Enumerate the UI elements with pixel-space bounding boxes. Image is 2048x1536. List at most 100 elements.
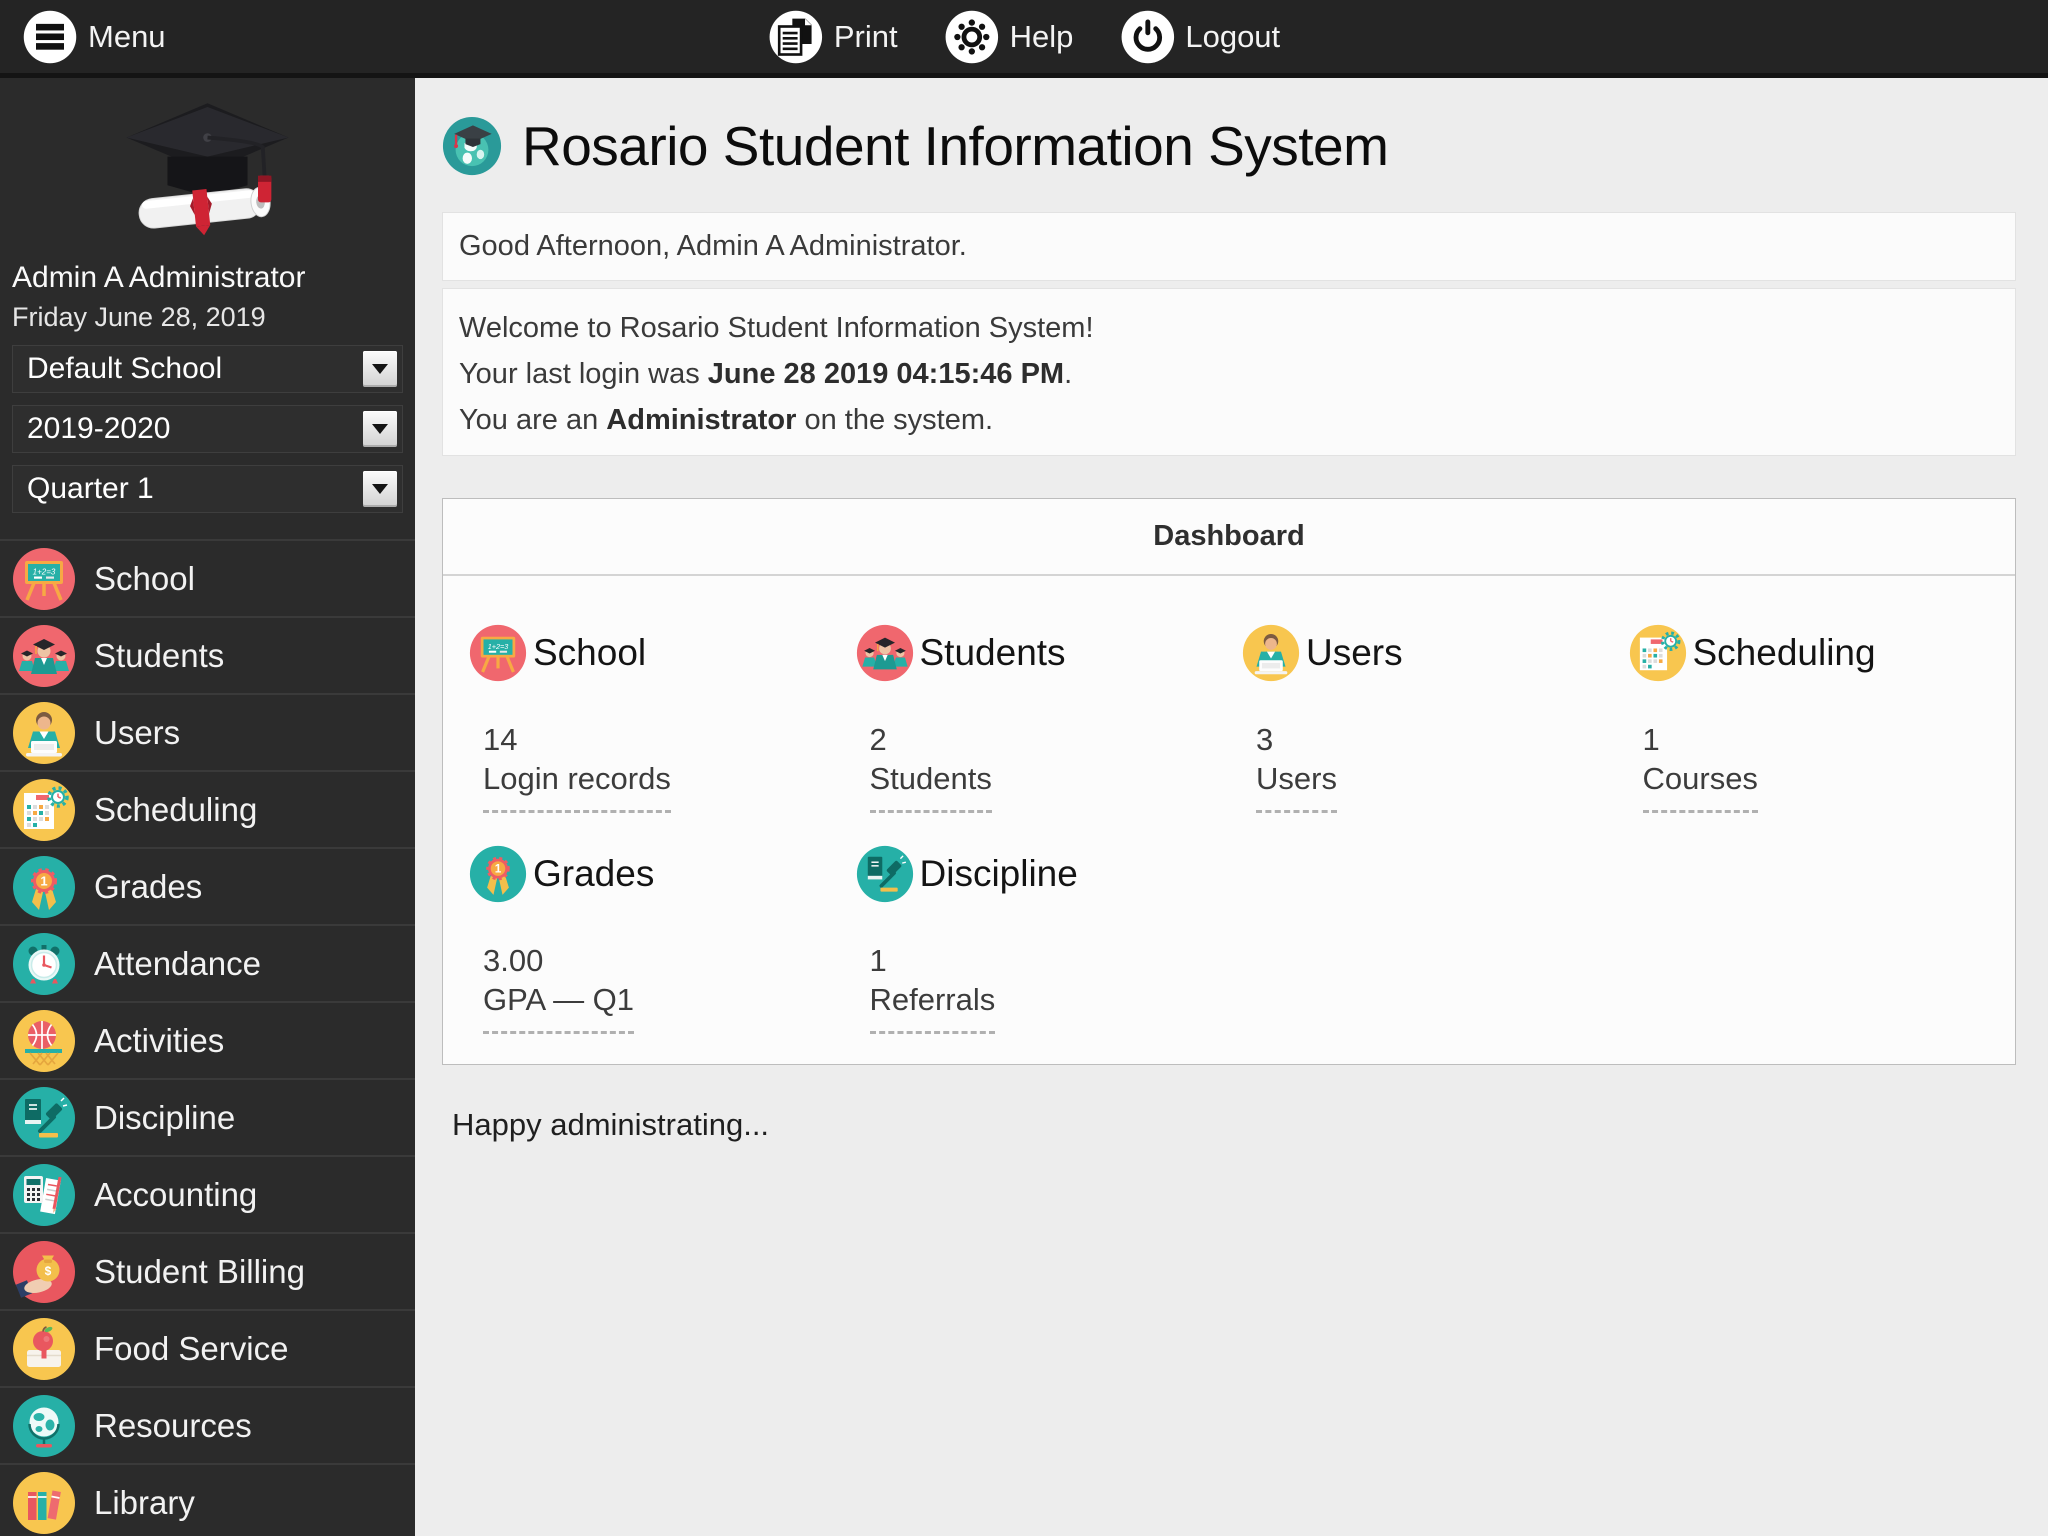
student-billing-icon: $ [13, 1240, 75, 1303]
grades-icon: 1 [13, 855, 75, 918]
sidebar-item-label: Attendance [94, 944, 261, 982]
greeting-text: Good Afternoon, Admin A Administrator. [459, 230, 967, 262]
tile-metric[interactable]: Courses [1642, 761, 1758, 813]
sidebar-item-label: Scheduling [94, 790, 258, 828]
attendance-icon [13, 932, 75, 995]
sidebar-logo [0, 78, 415, 255]
students-icon [13, 624, 75, 687]
school-year-select[interactable]: 2019-2020 [12, 405, 403, 453]
dropdown-arrow-icon [363, 471, 397, 507]
print-button[interactable]: Print [768, 9, 898, 65]
sidebar-item-activities[interactable]: Activities [0, 1003, 415, 1080]
tile-metric[interactable]: Users [1256, 761, 1337, 813]
sidebar-item-library[interactable]: Library [0, 1465, 415, 1536]
dashboard-tile-scheduling: Scheduling 1 Courses [1629, 624, 2016, 813]
svg-text:1+2=3: 1+2=3 [488, 642, 509, 651]
logout-label: Logout [1185, 18, 1281, 54]
discipline-icon [13, 1086, 75, 1149]
library-icon [13, 1471, 75, 1534]
sidebar-item-students[interactable]: Students [0, 618, 415, 695]
sidebar-item-label: Discipline [94, 1098, 236, 1136]
role-line: You are an Administrator on the system. [459, 404, 994, 436]
tile-value: 2 [869, 722, 887, 757]
school-icon: 1+2=3 [13, 547, 75, 610]
school-select-value: Default School [27, 352, 223, 385]
sidebar-item-scheduling[interactable]: Scheduling [0, 772, 415, 849]
sidebar-item-discipline[interactable]: Discipline [0, 1080, 415, 1157]
sidebar-item-label: Student Billing [94, 1252, 305, 1290]
sidebar: Admin A Administrator Friday June 28, 20… [0, 78, 415, 1536]
sidebar-menu: 1+2=3 School Students Users Scheduling 1… [0, 539, 415, 1536]
logout-button[interactable]: Logout [1119, 9, 1280, 65]
tile-grades-link[interactable]: 1 Grades [469, 845, 856, 903]
welcome-box: Welcome to Rosario Student Information S… [442, 288, 2016, 456]
svg-text:1: 1 [40, 873, 47, 888]
svg-text:1+2=3: 1+2=3 [33, 567, 56, 576]
tile-metric[interactable]: Login records [483, 761, 671, 813]
tile-metric[interactable]: Referrals [869, 982, 996, 1034]
marking-period-select[interactable]: Quarter 1 [12, 465, 403, 513]
users-icon [13, 701, 75, 764]
school-select[interactable]: Default School [12, 345, 403, 393]
tile-metric[interactable]: GPA — Q1 [483, 982, 635, 1034]
help-label: Help [1009, 18, 1074, 54]
menu-label: Menu [88, 18, 166, 54]
graduation-cap-image [126, 103, 289, 236]
sidebar-item-school[interactable]: 1+2=3 School [0, 541, 415, 618]
dashboard-panel: Dashboard 1+2=3 School 14 Login records … [442, 498, 2016, 1065]
tile-value: 3 [1256, 722, 1274, 757]
help-icon [945, 10, 998, 63]
dashboard-tile-discipline: Discipline 1 Referrals [856, 845, 1243, 1034]
tile-discipline-link[interactable]: Discipline [856, 845, 1243, 903]
logout-power-icon [1121, 10, 1174, 63]
tile-label: Discipline [919, 853, 1078, 894]
scheduling-icon [1629, 624, 1686, 682]
resources-icon [13, 1394, 75, 1457]
school-icon: 1+2=3 [469, 624, 527, 682]
sidebar-item-label: Activities [94, 1021, 225, 1059]
rosariosis-app: Menu Print Help Logout Admin A Administr… [0, 0, 2048, 1536]
tile-metric[interactable]: Students [869, 761, 992, 813]
page-title: Rosario Student Information System [522, 115, 1389, 177]
users-icon [1242, 624, 1300, 682]
activities-icon [13, 1009, 75, 1072]
page-title-row: Rosario Student Information System [442, 104, 2016, 188]
sidebar-item-label: Grades [94, 867, 203, 905]
sidebar-item-student-billing[interactable]: $ Student Billing [0, 1234, 415, 1311]
tile-users-link[interactable]: Users [1242, 624, 1629, 682]
tile-label: Students [919, 632, 1066, 673]
last-login-datetime: June 28 2019 04:15:46 PM [707, 358, 1065, 390]
menu-button[interactable]: Menu [22, 9, 166, 65]
sidebar-item-attendance[interactable]: Attendance [0, 926, 415, 1003]
help-button[interactable]: Help [944, 9, 1074, 65]
footer-note: Happy administrating... [452, 1107, 770, 1142]
sidebar-item-label: Students [94, 636, 225, 674]
sidebar-item-users[interactable]: Users [0, 695, 415, 772]
greeting-box: Good Afternoon, Admin A Administrator. [442, 212, 2016, 281]
tile-scheduling-link[interactable]: Scheduling [1629, 624, 2016, 682]
discipline-icon [856, 845, 913, 903]
dashboard-title: Dashboard [443, 499, 2015, 576]
svg-text:$: $ [45, 1264, 52, 1278]
dropdown-arrow-icon [363, 411, 397, 447]
dashboard-tile-students: Students 2 Students [856, 624, 1243, 813]
rosariosis-logo-icon [442, 116, 502, 176]
sidebar-item-grades[interactable]: 1 Grades [0, 849, 415, 926]
print-icon [769, 10, 823, 63]
grades-icon: 1 [469, 845, 527, 903]
dashboard-tile-grades: 1 Grades 3.00 GPA — Q1 [469, 845, 856, 1034]
tile-value: 1 [869, 943, 887, 978]
tile-school-link[interactable]: 1+2=3 School [469, 624, 856, 682]
school-year-select-value: 2019-2020 [27, 412, 171, 445]
sidebar-item-label: Accounting [94, 1175, 258, 1213]
sidebar-item-food-service[interactable]: Food Service [0, 1311, 415, 1388]
scheduling-icon [13, 778, 75, 841]
user-name: Admin A Administrator [12, 261, 306, 294]
students-icon [856, 624, 913, 682]
dropdown-arrow-icon [363, 351, 397, 387]
sidebar-item-accounting[interactable]: Accounting [0, 1157, 415, 1234]
hamburger-menu-icon [23, 10, 77, 63]
tile-students-link[interactable]: Students [856, 624, 1243, 682]
sidebar-item-resources[interactable]: Resources [0, 1388, 415, 1465]
svg-text:1: 1 [495, 863, 502, 876]
